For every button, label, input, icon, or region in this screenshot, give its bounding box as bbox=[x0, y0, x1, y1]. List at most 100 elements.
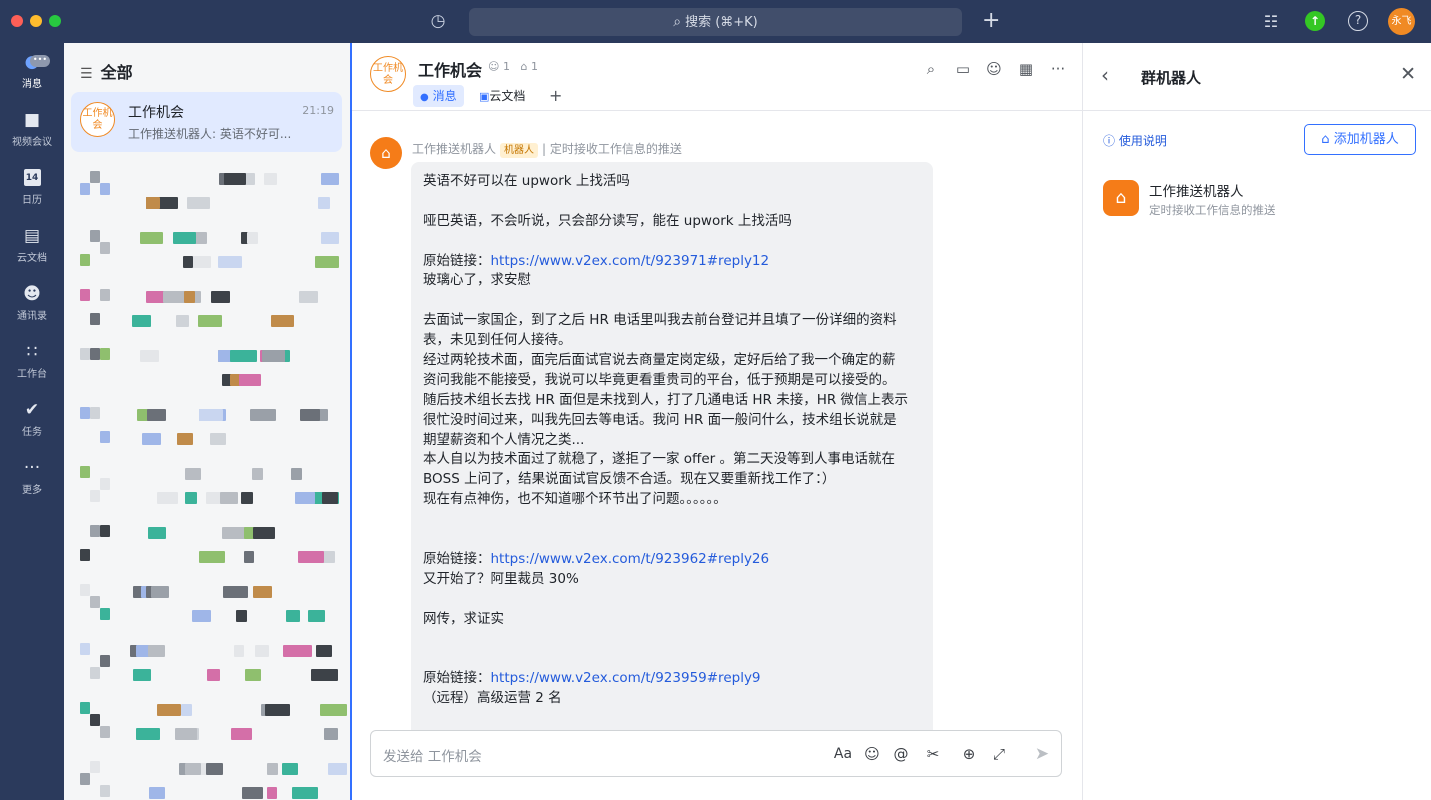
blurred-conversation-row[interactable] bbox=[74, 399, 344, 455]
video-call-icon[interactable]: ▭ bbox=[953, 59, 973, 79]
blurred-pixel bbox=[253, 586, 273, 598]
blurred-pixel bbox=[267, 787, 278, 799]
blurred-conversation-row[interactable] bbox=[74, 340, 344, 396]
nav-label: 任务 bbox=[22, 427, 42, 438]
nav-item-video-meeting[interactable]: ■ 视频会议 bbox=[0, 107, 64, 157]
blurred-conversation-row[interactable] bbox=[74, 753, 348, 800]
blurred-pixel bbox=[80, 702, 90, 714]
help-icon[interactable]: ? bbox=[1348, 11, 1368, 31]
more-badge: ••• bbox=[30, 55, 50, 67]
blurred-pixel bbox=[249, 409, 276, 421]
blurred-pixel bbox=[291, 787, 318, 799]
user-avatar[interactable]: 永飞 bbox=[1388, 8, 1415, 35]
calendar-day: 14 bbox=[23, 169, 41, 186]
zoom-window-button[interactable] bbox=[49, 15, 61, 27]
message-text-line: 英语不好可以在 upwork 上找活吗 bbox=[423, 173, 630, 189]
blurred-pixel bbox=[322, 492, 339, 504]
blurred-pixel bbox=[210, 291, 230, 303]
more-dots-icon: ··· bbox=[23, 458, 41, 478]
blurred-pixel bbox=[100, 431, 110, 443]
mention-icon[interactable]: @ bbox=[891, 744, 911, 764]
sender-name[interactable]: 工作推送机器人 bbox=[412, 142, 496, 156]
blurred-conversation-row[interactable] bbox=[74, 281, 344, 337]
cloud-doc-icon: ▤ bbox=[23, 226, 41, 246]
list-filter-header[interactable]: ☰ 全部 bbox=[80, 59, 133, 83]
nav-item-messages[interactable]: ● ••• 消息 bbox=[0, 49, 64, 99]
blurred-conversation-row[interactable] bbox=[74, 163, 344, 219]
blurred-conversation-row[interactable] bbox=[74, 694, 347, 750]
chat-title[interactable]: 工作机会 bbox=[418, 57, 482, 81]
blurred-pixel bbox=[160, 197, 178, 209]
message-input[interactable]: 发送给 工作机会 bbox=[383, 745, 482, 765]
conversation-item-selected[interactable]: 工作机会 工作机会 21:19 工作推送机器人: 英语不好可... bbox=[71, 92, 342, 152]
minimize-window-button[interactable] bbox=[30, 15, 42, 27]
blurred-conversation-row[interactable] bbox=[74, 517, 344, 573]
chat-group-avatar[interactable]: 工作机会 bbox=[370, 56, 406, 92]
history-icon[interactable]: ◷ bbox=[428, 11, 448, 31]
emoji-icon[interactable]: ☺ bbox=[862, 744, 882, 764]
inbox-icon[interactable]: ☷ bbox=[1260, 11, 1282, 33]
nav-item-calendar[interactable]: 14 日历 bbox=[0, 165, 64, 215]
back-chevron-icon[interactable]: ‹ bbox=[1101, 63, 1109, 87]
close-icon[interactable]: ✕ bbox=[1400, 63, 1416, 85]
link-prefix: 原始链接： bbox=[423, 670, 491, 687]
blurred-pixel bbox=[90, 525, 100, 537]
add-member-icon[interactable]: ☺ bbox=[984, 59, 1004, 79]
usage-instructions-link[interactable]: ⓘ 使用说明 bbox=[1103, 132, 1167, 149]
blurred-pixel bbox=[162, 291, 185, 303]
blurred-conversation-row[interactable] bbox=[74, 635, 344, 691]
help-circle-icon: ⓘ bbox=[1103, 134, 1116, 148]
tab-messages[interactable]: ● 消息 bbox=[413, 85, 464, 107]
create-plus-icon[interactable]: + bbox=[982, 10, 1000, 32]
blurred-pixel bbox=[100, 608, 110, 620]
text-format-icon[interactable]: Aa bbox=[833, 744, 853, 764]
message-link-line: 原始链接：https://www.v2ex.com/t/923962#reply… bbox=[423, 550, 921, 570]
bot-name[interactable]: 工作推送机器人 bbox=[1149, 180, 1244, 200]
close-window-button[interactable] bbox=[11, 15, 23, 27]
blurred-pixel bbox=[90, 667, 100, 679]
blurred-pixel bbox=[221, 527, 244, 539]
message-text-line: 本人自以为技术面过了就稳了，遂拒了一家 offer 。第二天没等到人事电话就在 bbox=[423, 451, 895, 468]
blurred-pixel bbox=[321, 173, 340, 185]
blurred-pixel bbox=[233, 645, 244, 657]
message-input-box[interactable]: 发送给 工作机会 Aa ☺ @ ✂ ⊕ ⤢ ➤ bbox=[370, 730, 1062, 777]
send-icon[interactable]: ➤ bbox=[1031, 743, 1053, 765]
panel-header: ‹ 群机器人 ✕ bbox=[1083, 43, 1431, 111]
upload-icon[interactable]: ↑ bbox=[1305, 11, 1325, 31]
original-link[interactable]: https://www.v2ex.com/t/923959#reply9 bbox=[491, 670, 761, 686]
blurred-conversation-row[interactable] bbox=[74, 576, 344, 632]
search-chat-icon[interactable]: ⌕ bbox=[921, 59, 941, 79]
blurred-pixel bbox=[224, 173, 247, 185]
blurred-pixel bbox=[206, 669, 220, 681]
blurred-pixel bbox=[261, 350, 285, 362]
original-link[interactable]: https://www.v2ex.com/t/923971#reply12 bbox=[491, 253, 770, 269]
nav-item-cloud-docs[interactable]: ▤ 云文档 bbox=[0, 223, 64, 273]
blurred-pixel bbox=[80, 254, 90, 266]
add-bot-button[interactable]: ⌂ 添加机器人 bbox=[1304, 124, 1416, 155]
blurred-pixel bbox=[140, 350, 160, 362]
tab-cloud-docs[interactable]: ▣云文档 bbox=[472, 85, 532, 107]
original-link[interactable]: https://www.v2ex.com/t/923962#reply26 bbox=[491, 551, 770, 567]
blurred-pixel bbox=[80, 773, 90, 785]
blurred-pixel bbox=[247, 232, 259, 244]
blurred-pixel bbox=[148, 645, 166, 657]
scissors-screenshot-icon[interactable]: ✂ bbox=[923, 744, 943, 764]
robot-avatar-icon[interactable]: ⌂ bbox=[370, 137, 402, 169]
calendar-event-icon[interactable]: ▦ bbox=[1016, 59, 1036, 79]
blurred-conversation-row[interactable] bbox=[74, 458, 344, 514]
robot-avatar-icon[interactable]: ⌂ bbox=[1103, 180, 1139, 216]
blurred-pixel bbox=[90, 348, 100, 360]
blurred-conversation-row[interactable] bbox=[74, 222, 344, 278]
nav-item-workplace[interactable]: ∷ 工作台 bbox=[0, 339, 64, 389]
blurred-pixel bbox=[80, 549, 90, 561]
global-search-bar[interactable]: ⌕ 搜索 (⌘+K) bbox=[469, 8, 962, 36]
more-options-icon[interactable]: ··· bbox=[1048, 59, 1068, 79]
expand-editor-icon[interactable]: ⤢ bbox=[989, 744, 1009, 764]
nav-item-contacts[interactable]: ☻ 通讯录 bbox=[0, 281, 64, 331]
add-tab-button[interactable]: + bbox=[542, 85, 569, 107]
message-link-line: 原始链接：https://www.v2ex.com/t/923971#reply… bbox=[423, 252, 921, 272]
add-attachment-icon[interactable]: ⊕ bbox=[959, 744, 979, 764]
nav-item-tasks[interactable]: ✔ 任务 bbox=[0, 397, 64, 447]
nav-item-more[interactable]: ··· 更多 bbox=[0, 455, 64, 505]
